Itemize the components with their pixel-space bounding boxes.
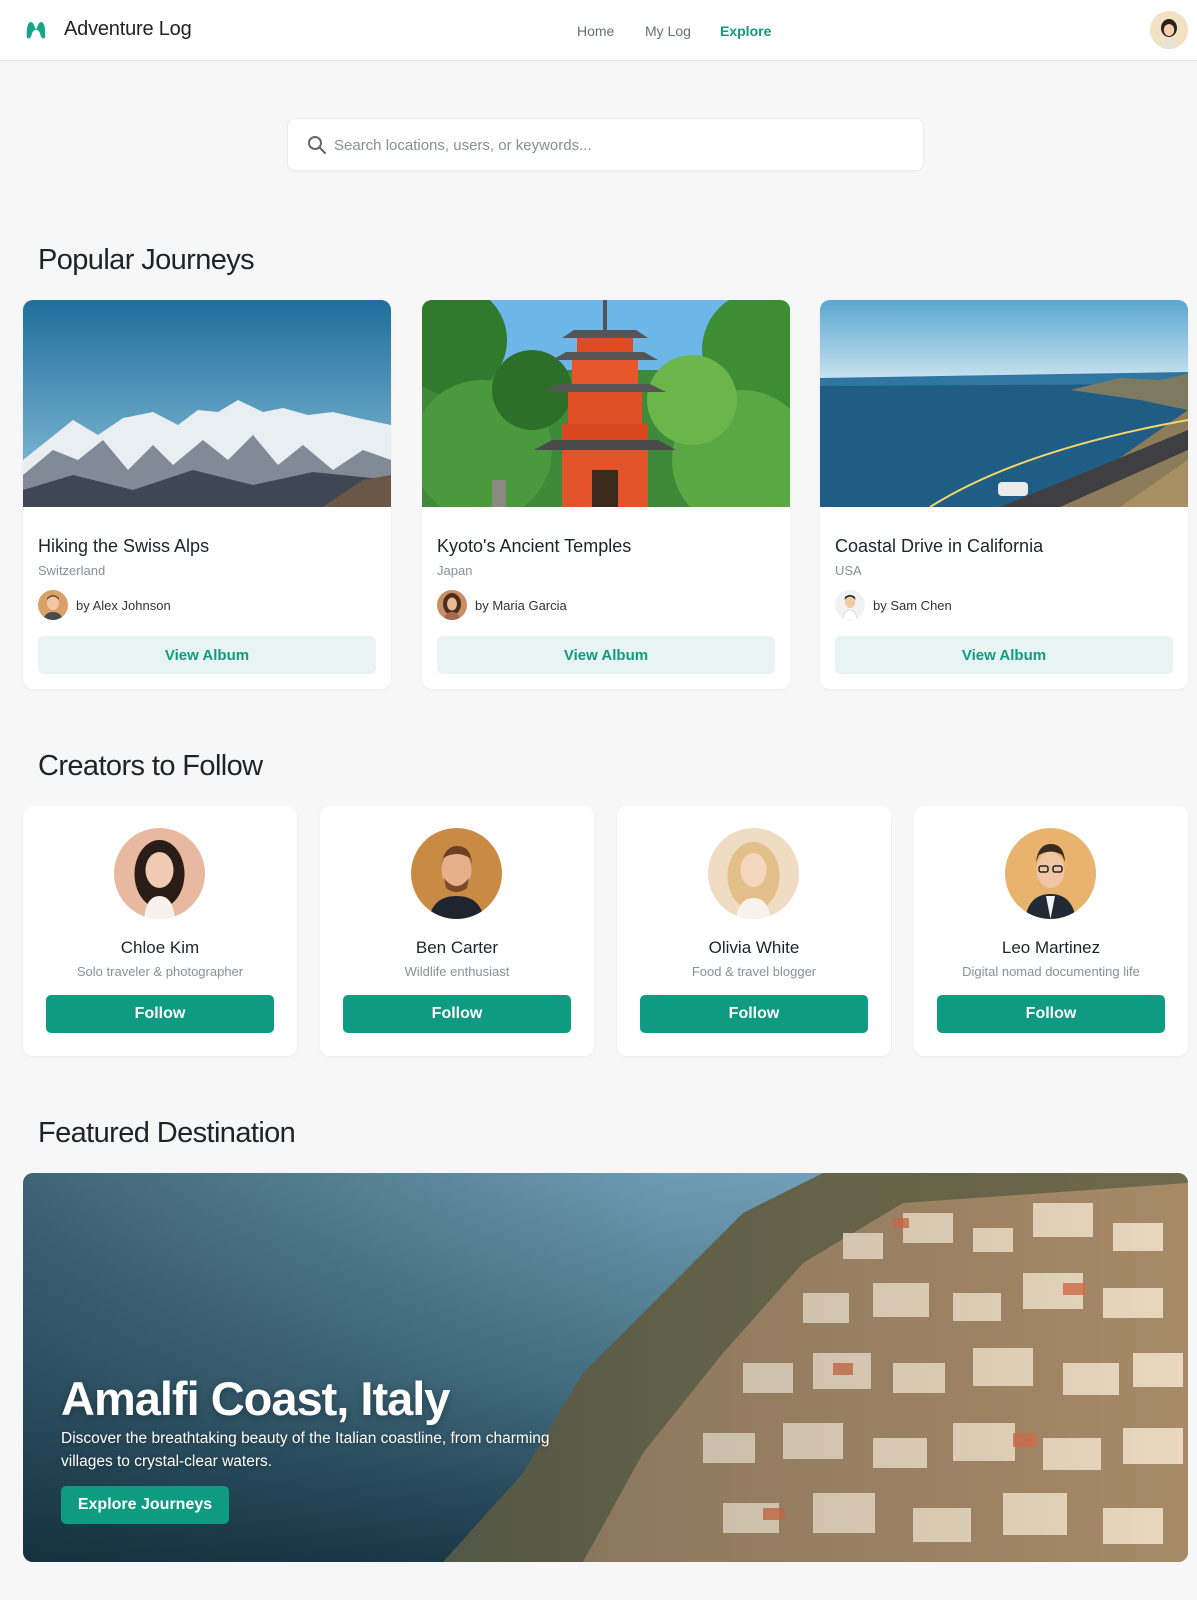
creators-heading: Creators to Follow <box>38 750 263 782</box>
creator-name[interactable]: Leo Martinez <box>914 938 1188 958</box>
journey-image-california-coast[interactable] <box>820 300 1188 507</box>
creator-avatar[interactable] <box>411 828 502 919</box>
journey-location: Japan <box>437 563 473 578</box>
journey-title[interactable]: Coastal Drive in California <box>835 536 1043 557</box>
user-avatar[interactable] <box>1150 11 1188 49</box>
journey-card: Coastal Drive in California USA by Sam C… <box>820 300 1188 689</box>
creator-bio: Digital nomad documenting life <box>962 964 1140 979</box>
creator-card: Ben Carter Wildlife enthusiast Follow <box>320 806 594 1056</box>
creator-card: Chloe Kim Solo traveler & photographer F… <box>23 806 297 1056</box>
nav-my-log[interactable]: My Log <box>645 23 691 39</box>
follow-button[interactable]: Follow <box>343 995 571 1033</box>
app-title[interactable]: Adventure Log <box>64 18 192 41</box>
top-navigation-bar: Adventure Log Home My Log Explore <box>0 0 1197 61</box>
journey-image-kyoto-temple[interactable] <box>422 300 790 507</box>
author-avatar[interactable] <box>835 590 865 620</box>
journey-image-swiss-alps[interactable] <box>23 300 391 507</box>
creator-bio: Food & travel blogger <box>691 964 817 979</box>
journey-author[interactable]: by Sam Chen <box>873 598 952 613</box>
creator-avatar[interactable] <box>708 828 799 919</box>
creator-avatar[interactable] <box>114 828 205 919</box>
follow-button[interactable]: Follow <box>937 995 1165 1033</box>
journey-location: Switzerland <box>38 563 106 578</box>
view-album-button[interactable]: View Album <box>437 636 775 674</box>
search-icon <box>308 136 326 154</box>
creator-name[interactable]: Olivia White <box>617 938 891 958</box>
follow-button[interactable]: Follow <box>46 995 274 1033</box>
featured-title: Amalfi Coast, Italy <box>61 1372 450 1425</box>
search-bar <box>287 118 924 171</box>
journey-title[interactable]: Hiking the Swiss Alps <box>38 536 209 557</box>
follow-button[interactable]: Follow <box>640 995 868 1033</box>
view-album-button[interactable]: View Album <box>835 636 1173 674</box>
nav-explore[interactable]: Explore <box>720 23 771 39</box>
creator-bio: Solo traveler & photographer <box>76 964 244 979</box>
journey-card: Hiking the Swiss Alps Switzerland by Ale… <box>23 300 391 689</box>
popular-journeys-heading: Popular Journeys <box>38 244 255 276</box>
journey-card: Kyoto's Ancient Temples Japan by Maria G… <box>422 300 790 689</box>
author-avatar[interactable] <box>38 590 68 620</box>
creator-avatar[interactable] <box>1005 828 1096 919</box>
journey-author[interactable]: by Alex Johnson <box>76 598 171 613</box>
nav-home[interactable]: Home <box>577 23 614 39</box>
creator-card: Olivia White Food & travel blogger Follo… <box>617 806 891 1056</box>
app-logo-icon[interactable] <box>24 18 48 42</box>
featured-destination-banner: Amalfi Coast, Italy Discover the breatht… <box>23 1173 1188 1562</box>
creator-card: Leo Martinez Digital nomad documenting l… <box>914 806 1188 1056</box>
creator-name[interactable]: Ben Carter <box>320 938 594 958</box>
creator-bio: Wildlife enthusiast <box>404 964 510 979</box>
creator-name[interactable]: Chloe Kim <box>23 938 297 958</box>
journey-author[interactable]: by Maria Garcia <box>475 598 567 613</box>
featured-description: Discover the breathtaking beauty of the … <box>61 1430 550 1470</box>
journey-title[interactable]: Kyoto's Ancient Temples <box>437 536 631 557</box>
author-avatar[interactable] <box>437 590 467 620</box>
featured-heading: Featured Destination <box>38 1117 296 1149</box>
explore-journeys-button[interactable]: Explore Journeys <box>61 1486 229 1524</box>
search-input[interactable] <box>334 131 894 159</box>
journey-location: USA <box>835 563 862 578</box>
view-album-button[interactable]: View Album <box>38 636 376 674</box>
